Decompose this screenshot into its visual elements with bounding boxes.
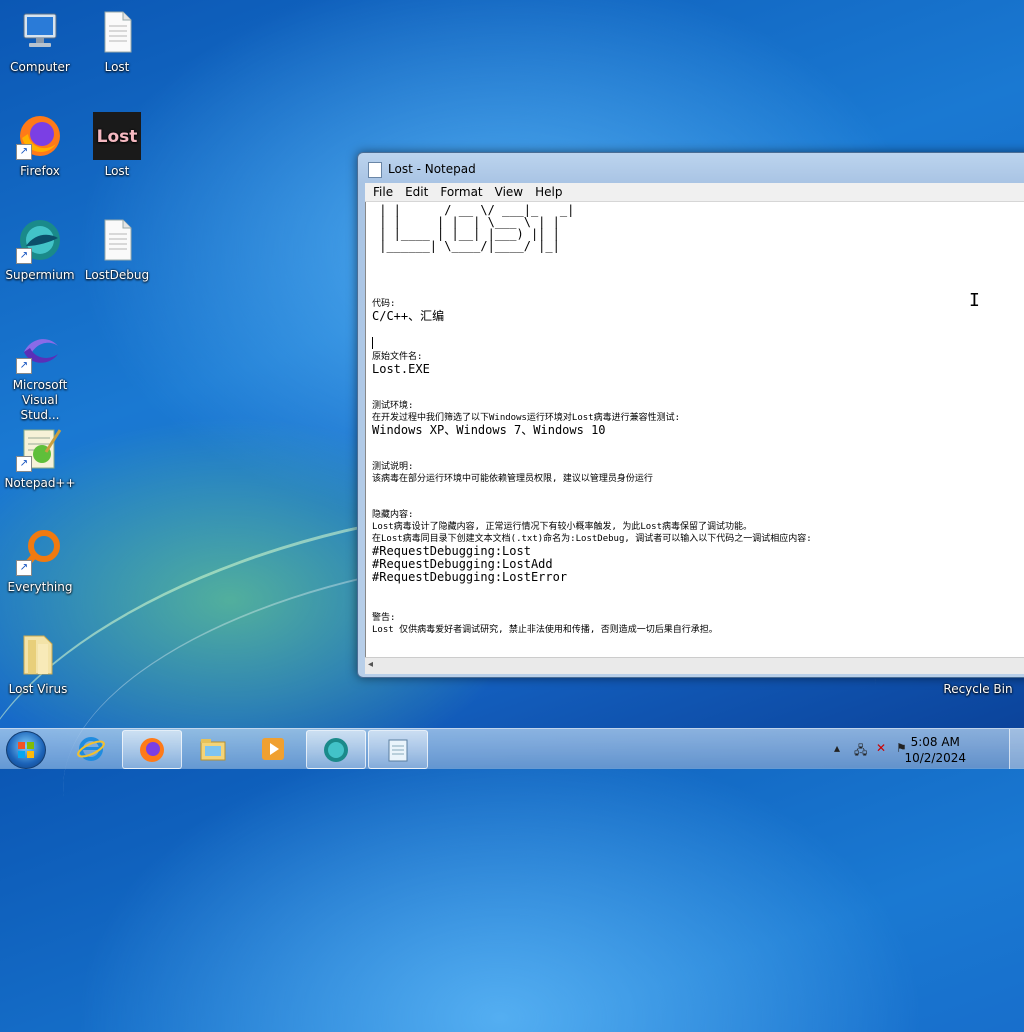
original-filename-label: 原始文件名:	[372, 352, 423, 362]
windows-logo-icon	[18, 742, 34, 758]
test-env-value: Windows XP、Windows 7、Windows 10	[372, 423, 606, 437]
original-filename-value: Lost.EXE	[372, 362, 430, 376]
folder-icon	[14, 630, 62, 678]
hidden-content-label: 隐藏内容:	[372, 510, 414, 520]
taskbar-internet-explorer[interactable]	[62, 730, 120, 767]
test-note-label: 测试说明:	[372, 462, 414, 472]
taskbar-firefox[interactable]	[122, 730, 182, 769]
clock-time: 5:08 AM	[910, 735, 960, 749]
everything-icon: ↗	[16, 528, 64, 576]
show-hidden-icons-icon[interactable]: ▴	[834, 741, 840, 755]
menu-format[interactable]: Format	[434, 183, 488, 201]
taskbar-notepad[interactable]	[368, 730, 428, 769]
code-label: 代码:	[372, 299, 396, 309]
taskbar-file-explorer[interactable]	[184, 730, 242, 767]
taskbar-supermium[interactable]	[306, 730, 366, 769]
network-icon[interactable]: 🖧	[854, 741, 867, 762]
desktop-icon-label: Recycle Bin	[943, 682, 1013, 696]
ascii-art: | | / __ \/ ___|_ _| | | | | | \___ \ | …	[379, 203, 575, 253]
text-file-icon	[93, 8, 141, 56]
text-file-icon	[93, 216, 141, 264]
firefox-icon	[140, 738, 164, 762]
notepad-icon	[388, 739, 408, 762]
shortcut-arrow-icon: ↗	[16, 358, 32, 374]
desktop-icon-label: Supermium	[5, 268, 75, 282]
computer-icon	[16, 8, 64, 56]
desktop-icon-label: Lost	[104, 60, 130, 74]
desktop-icon-label: LostDebug	[84, 268, 150, 282]
lost-logo-text: Lost	[97, 127, 138, 147]
notepad-icon	[368, 162, 382, 178]
text-cursor-icon: I	[969, 290, 980, 311]
menu-bar: File Edit Format View Help	[365, 183, 1024, 202]
system-tray: ▴ 🖧 ✕ ⚑ 5:08 AM 10/2/2024	[834, 729, 1024, 769]
desktop-icon-lost-app[interactable]: Lost Lost	[79, 112, 155, 179]
desktop-icon-notepadpp[interactable]: ↗ Notepad++	[2, 424, 78, 491]
debug-command-3: #RequestDebugging:LostError	[372, 570, 568, 584]
notepad-window[interactable]: Lost - Notepad File Edit Format View Help | …	[357, 152, 1024, 678]
window-title: Lost - Notepad	[388, 162, 476, 176]
window-titlebar[interactable]: Lost - Notepad	[358, 153, 1024, 183]
desktop-icon-everything[interactable]: ↗ Everything	[2, 528, 78, 595]
menu-view[interactable]: View	[489, 183, 529, 201]
menu-edit[interactable]: Edit	[399, 183, 434, 201]
menu-file[interactable]: File	[365, 183, 399, 201]
hidden-content-desc-1: Lost病毒设计了隐藏内容, 正常运行情况下有较小概率触发, 为此Lost病毒保…	[372, 522, 753, 532]
desktop-icon-recycle-bin[interactable]: Recycle Bin	[938, 682, 1018, 697]
file-explorer-icon	[200, 739, 226, 761]
desktop-icon-label: Notepad++	[4, 476, 76, 490]
text-editor[interactable]: | | / __ \/ ___|_ _| | | | | | \___ \ | …	[365, 202, 1024, 657]
test-note-desc: 该病毒在部分运行环境中可能依赖管理员权限, 建议以管理员身份运行	[372, 474, 653, 484]
taskbar: ▴ 🖧 ✕ ⚑ 5:08 AM 10/2/2024	[0, 728, 1024, 769]
desktop-icon-label: Everything	[7, 580, 73, 594]
shortcut-arrow-icon: ↗	[16, 248, 32, 264]
text-caret	[372, 337, 373, 349]
shortcut-arrow-icon: ↗	[16, 144, 32, 160]
test-env-label: 测试环境:	[372, 401, 414, 411]
clock-date: 10/2/2024	[904, 751, 966, 765]
desktop-icon-lost-text[interactable]: Lost	[79, 8, 155, 75]
warning-label: 警告:	[372, 613, 396, 623]
desktop-icon-lostdebug[interactable]: LostDebug	[79, 216, 155, 283]
scroll-left-icon[interactable]: ◂	[368, 659, 373, 670]
desktop-icon-lost-virus-folder[interactable]: Lost Virus	[0, 630, 76, 697]
desktop-icon-label: Lost Virus	[8, 682, 68, 696]
desktop-icon-supermium[interactable]: ↗ Supermium	[2, 216, 78, 283]
desktop-icon-label: Microsoft Visual Stud...	[12, 378, 68, 422]
media-player-icon	[262, 738, 284, 760]
notepadpp-icon: ↗	[16, 424, 64, 472]
clock[interactable]: 5:08 AM 10/2/2024	[904, 734, 966, 766]
menu-help[interactable]: Help	[529, 183, 568, 201]
start-button[interactable]	[6, 731, 46, 769]
visual-studio-icon: ↗	[16, 326, 64, 374]
supermium-icon: ↗	[16, 216, 64, 264]
desktop-icon-label: Firefox	[20, 164, 60, 178]
desktop-icon-visual-studio[interactable]: ↗ Microsoft Visual Stud...	[2, 326, 78, 423]
code-value: C/C++、汇编	[372, 309, 445, 323]
shortcut-arrow-icon: ↗	[16, 560, 32, 576]
firefox-icon: ↗	[16, 112, 64, 160]
taskbar-media-player[interactable]	[244, 730, 302, 767]
volume-muted-icon[interactable]: ✕	[876, 741, 886, 755]
shortcut-arrow-icon: ↗	[16, 456, 32, 472]
internet-explorer-icon	[77, 737, 105, 761]
show-desktop-button[interactable]	[1009, 729, 1024, 769]
desktop-icon-firefox[interactable]: ↗ Firefox	[2, 112, 78, 179]
desktop-icon-label: Lost	[104, 164, 130, 178]
desktop-icon-computer[interactable]: Computer	[2, 8, 78, 75]
warning-desc: Lost 仅供病毒爱好者调试研究, 禁止非法使用和传播, 否则造成一切后果自行承…	[372, 625, 718, 635]
lost-app-icon: Lost	[93, 112, 141, 160]
desktop-icon-label: Computer	[10, 60, 70, 74]
horizontal-scrollbar[interactable]: ◂	[365, 657, 1024, 674]
supermium-icon	[324, 738, 348, 762]
